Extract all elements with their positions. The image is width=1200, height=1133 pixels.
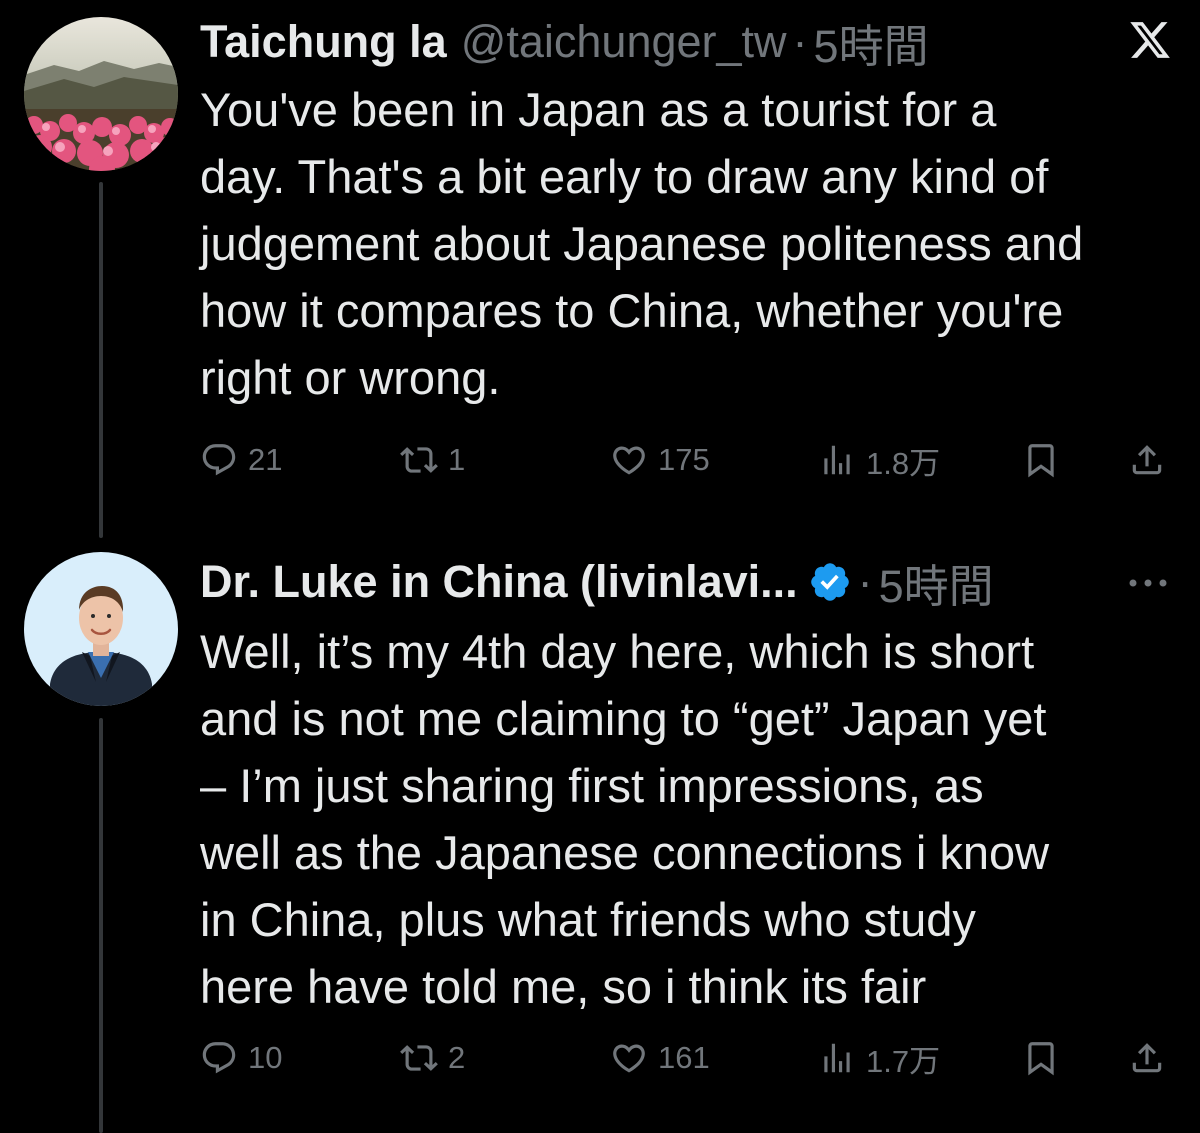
share-icon — [1132, 445, 1162, 475]
reply-count: 21 — [248, 442, 283, 477]
heart-icon — [613, 446, 645, 475]
repost-button[interactable]: 1 — [400, 436, 465, 484]
tweet-text: You've been in Japan as a tourist for a … — [200, 83, 1084, 404]
tweet-text: Well, it’s my 4th day here, which is sho… — [200, 625, 1050, 1013]
share-button[interactable] — [1128, 436, 1166, 484]
verified-badge-icon[interactable] — [808, 560, 852, 604]
man-portrait-avatar — [24, 552, 178, 706]
heart-icon — [613, 1044, 645, 1073]
bookmark-button[interactable] — [1022, 436, 1060, 484]
bookmark-icon — [1028, 1042, 1054, 1076]
avatar-taichung-la[interactable] — [24, 17, 178, 171]
separator-dot: · — [857, 556, 873, 607]
reply-icon — [202, 444, 236, 476]
display-name[interactable]: Taichung la — [200, 16, 447, 68]
repost-button[interactable]: 2 — [400, 1034, 465, 1082]
repost-count: 1 — [448, 442, 466, 477]
action-bar: 10 2 161 1.7万 — [200, 1034, 1170, 1082]
like-count: 175 — [658, 442, 710, 477]
like-button[interactable]: 161 — [610, 1034, 710, 1082]
avatar-dr-luke[interactable] — [24, 552, 178, 706]
tweet-header: Dr. Luke in China (livinlavi... · 5時間 — [200, 554, 994, 612]
reply-button[interactable]: 21 — [200, 436, 282, 484]
thread-line — [99, 718, 103, 1133]
action-bar: 21 1 175 1.8万 — [200, 436, 1170, 484]
views-count: 1.8万 — [866, 445, 941, 481]
timestamp[interactable]: 5時間 — [814, 10, 929, 75]
repost-count: 2 — [448, 1040, 466, 1075]
timestamp[interactable]: 5時間 — [879, 550, 994, 615]
tweet-1[interactable]: Taichung la @taichunger_tw · 5時間 You've … — [0, 0, 1200, 540]
like-count: 161 — [658, 1040, 710, 1075]
tweet-header: Taichung la @taichunger_tw · 5時間 — [200, 14, 929, 72]
bookmark-button[interactable] — [1022, 1034, 1060, 1082]
x-logo-icon — [1130, 22, 1170, 58]
views-count: 1.7万 — [866, 1043, 941, 1079]
reply-icon — [202, 1042, 236, 1074]
views-button[interactable]: 1.7万 — [818, 1034, 940, 1082]
separator-dot: · — [792, 16, 808, 67]
repost-icon — [400, 1045, 438, 1071]
bookmark-icon — [1028, 444, 1054, 478]
share-button[interactable] — [1128, 1034, 1166, 1082]
share-icon — [1132, 1043, 1162, 1073]
handle[interactable]: @taichunger_tw — [461, 16, 787, 68]
repost-icon — [400, 447, 438, 473]
thread-line — [99, 182, 103, 538]
display-name[interactable]: Dr. Luke in China (livinlavi... — [200, 556, 798, 608]
views-chart-icon — [824, 445, 850, 475]
reply-button[interactable]: 10 — [200, 1034, 282, 1082]
landscape-flowers-avatar — [24, 17, 178, 171]
tweet-2[interactable]: Dr. Luke in China (livinlavi... · 5時間 We… — [0, 540, 1200, 1133]
views-button[interactable]: 1.8万 — [818, 436, 940, 484]
more-options-icon[interactable] — [1126, 576, 1170, 590]
views-chart-icon — [824, 1043, 850, 1073]
like-button[interactable]: 175 — [610, 436, 710, 484]
reply-count: 10 — [248, 1040, 283, 1075]
